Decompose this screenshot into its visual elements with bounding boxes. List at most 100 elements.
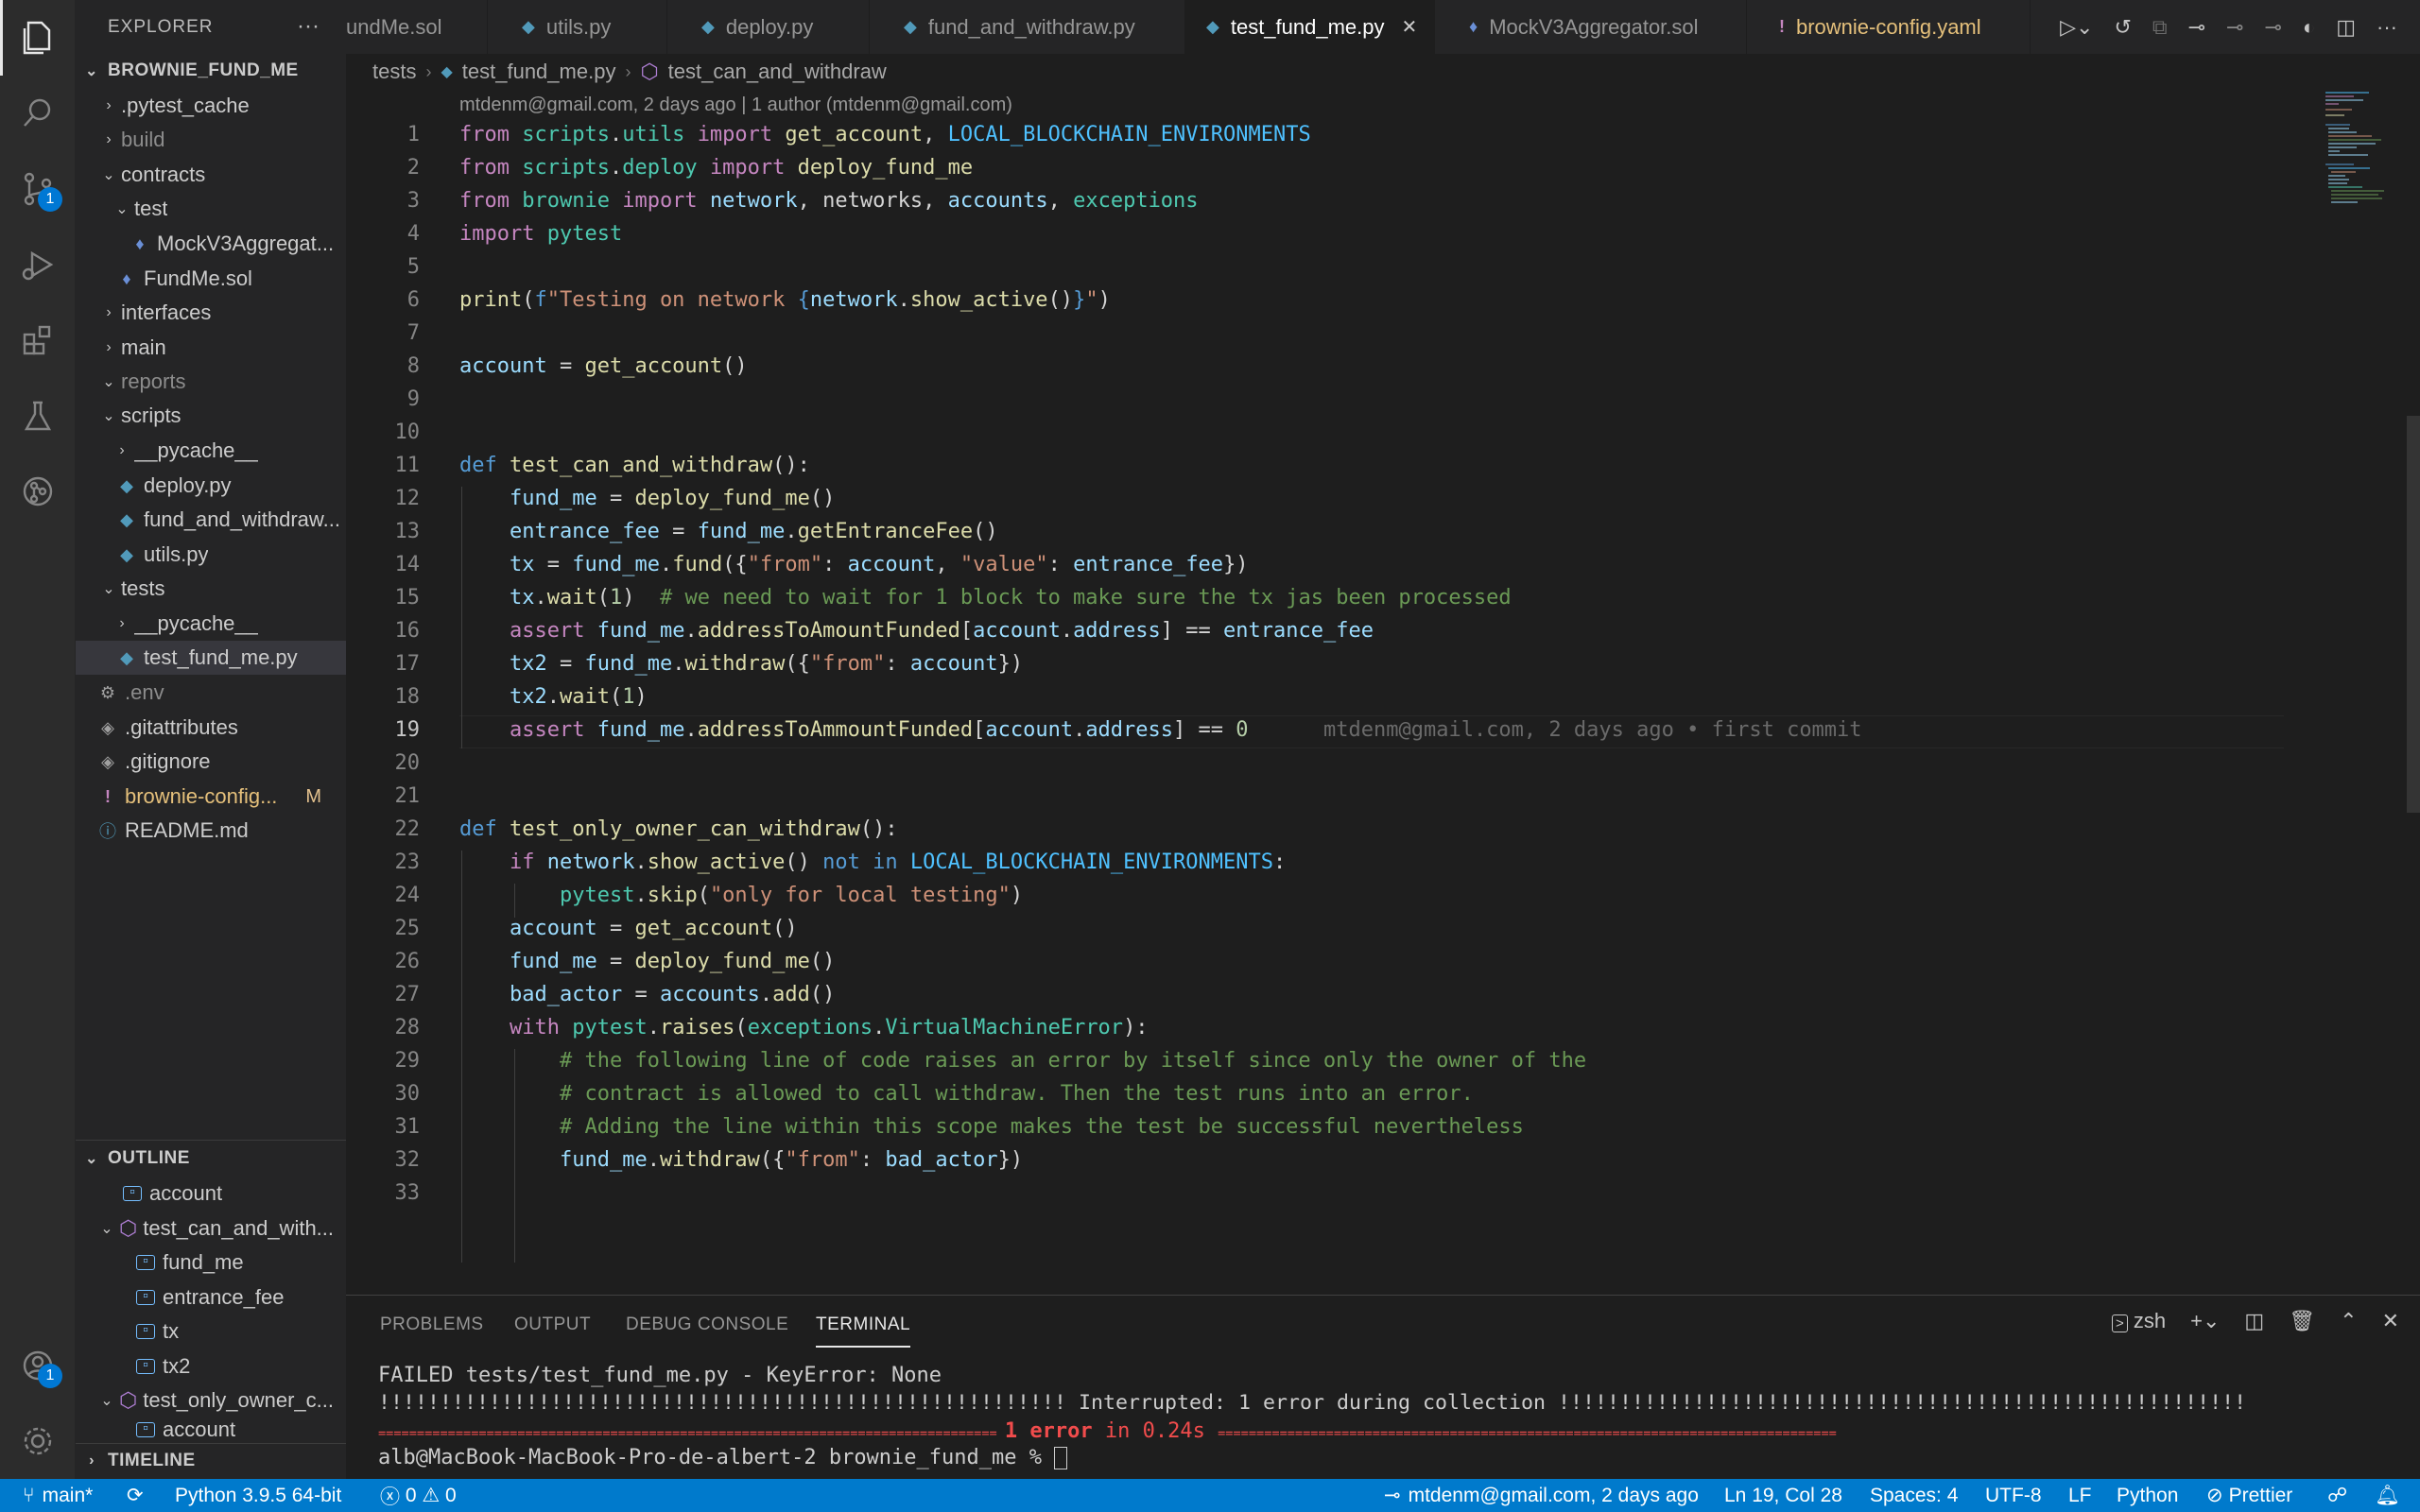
feedback-icon[interactable]: ☍ <box>2327 1479 2347 1512</box>
tab-fund-and-withdraw-py[interactable]: ◆ fund_and_withdraw.py <box>870 0 1185 54</box>
outline-item[interactable]: ▫ tx <box>76 1314 346 1349</box>
tree-folder[interactable]: › interfaces <box>76 296 346 330</box>
next-change-icon[interactable]: ⊸ <box>2264 15 2281 40</box>
more-actions-icon[interactable]: ··· <box>297 13 320 40</box>
tree-file[interactable]: ♦ MockV3Aggregat... <box>76 227 346 261</box>
tree-file[interactable]: ◆ fund_and_withdraw... <box>76 503 346 537</box>
source-control-icon[interactable]: 1 <box>0 151 76 227</box>
git-blame-status[interactable]: ⊸ mtdenm@gmail.com, 2 days ago <box>1384 1479 1699 1512</box>
vertical-scrollbar[interactable] <box>2407 416 2420 813</box>
minimap[interactable] <box>2325 90 2392 213</box>
breadcrumb-file[interactable]: test_fund_me.py <box>462 60 616 84</box>
maximize-panel-icon[interactable]: ⌃ <box>2340 1309 2357 1333</box>
blame-header[interactable]: mtdenm@gmail.com, 2 days ago | 1 author … <box>459 94 1012 116</box>
tab-utils-py[interactable]: ◆ utils.py <box>488 0 667 54</box>
tree-folder[interactable]: › main <box>76 331 346 365</box>
workspace-root[interactable]: ⌄ BROWNIE_FUND_ME <box>76 54 346 88</box>
indentation[interactable]: Spaces: 4 <box>1870 1479 1958 1512</box>
cursor-position[interactable]: Ln 19, Col 28 <box>1724 1479 1842 1512</box>
tab-test-fund-me-py[interactable]: ◆ test_fund_me.py ✕ <box>1185 0 1435 54</box>
terminal-prompt[interactable]: alb@MacBook-MacBook-Pro-de-albert-2 brow… <box>378 1446 1068 1469</box>
outline-item[interactable]: ▫ account <box>76 1418 346 1442</box>
settings-gear-icon[interactable] <box>0 1403 76 1479</box>
inline-blame[interactable]: mtdenm@gmail.com, 2 days ago • first com… <box>1323 718 1862 742</box>
code-line: tx = fund_me.fund({"from": account, "val… <box>509 553 1249 576</box>
history-icon[interactable]: ↺ <box>2114 15 2131 40</box>
python-interpreter[interactable]: Python 3.9.5 64-bit <box>175 1479 341 1512</box>
outline-header[interactable]: ⌄ OUTLINE <box>76 1142 346 1176</box>
outline-item[interactable]: ⌄ ⬡ test_can_and_with... <box>76 1211 346 1246</box>
tree-file[interactable]: ◆ deploy.py <box>76 469 346 503</box>
outline-item[interactable]: ▫ fund_me <box>76 1246 346 1280</box>
problems-indicator[interactable]: ⓧ 0 ⚠ 0 <box>380 1479 457 1512</box>
breadcrumb-folder[interactable]: tests <box>372 60 416 84</box>
tab-debug-console[interactable]: DEBUG CONSOLE <box>626 1314 788 1335</box>
outline-label: fund_me <box>163 1250 244 1274</box>
code-editor[interactable]: mtdenm@gmail.com, 2 days ago | 1 author … <box>346 90 2420 1295</box>
panel-actions: > zsh +⌄ ◫ 🗑 ⌃ ✕ <box>2111 1309 2399 1333</box>
tree-folder[interactable]: › build <box>76 123 346 157</box>
tree-file[interactable]: ◈ .gitattributes <box>76 711 346 745</box>
tab-output[interactable]: OUTPUT <box>514 1314 591 1335</box>
notifications-bell-icon[interactable]: 🔔︎ <box>2375 1479 2400 1512</box>
branch-indicator[interactable]: ⑂ main* <box>23 1479 93 1512</box>
tab-deploy-py[interactable]: ◆ deploy.py <box>667 0 870 54</box>
outline-item[interactable]: ▫ tx2 <box>76 1349 346 1383</box>
breadcrumb-symbol[interactable]: test_can_and_withdraw <box>668 60 887 84</box>
tree-folder[interactable]: ⌄ reports <box>76 365 346 399</box>
prev-change-icon[interactable]: ⊸ <box>2226 15 2243 40</box>
extensions-icon[interactable] <box>0 302 76 378</box>
terminal-shell-select[interactable]: > zsh <box>2111 1309 2166 1333</box>
tab-problems[interactable]: PROBLEMS <box>380 1314 484 1335</box>
more-actions-icon[interactable]: ··· <box>2377 15 2397 40</box>
run-debug-icon[interactable] <box>0 227 76 302</box>
prettier-status[interactable]: ⊘ Prettier <box>2206 1479 2292 1512</box>
run-icon[interactable]: ▷⌄ <box>2060 15 2093 40</box>
line-number: 25 <box>394 917 421 940</box>
tree-folder[interactable]: ⌄ tests <box>76 572 346 606</box>
line-number: 22 <box>394 817 421 841</box>
tree-folder[interactable]: ⌄ test <box>76 192 346 226</box>
tree-file[interactable]: ♦ FundMe.sol <box>76 262 346 296</box>
toggle-blame-icon[interactable]: ◐ <box>2303 15 2315 40</box>
sync-icon[interactable]: ⟳ <box>127 1479 144 1512</box>
testing-icon[interactable] <box>0 378 76 454</box>
commit-icon[interactable]: ⊸ <box>2188 15 2205 40</box>
language-mode[interactable]: Python <box>2117 1479 2178 1512</box>
function-icon: ⬡ <box>640 60 659 83</box>
tree-folder[interactable]: ⌄ contracts <box>76 158 346 192</box>
search-icon[interactable] <box>0 76 76 151</box>
tab-mockv3aggregator-sol[interactable]: ♦ MockV3Aggregator.sol <box>1435 0 1747 54</box>
tree-file[interactable]: ⓘ README.md <box>76 814 346 848</box>
accounts-icon[interactable]: 1 <box>0 1328 76 1403</box>
line-ending[interactable]: LF <box>2068 1479 2092 1512</box>
tab-fundme-sol[interactable]: undMe.sol <box>346 0 488 54</box>
split-editor-icon[interactable]: ◫ <box>2336 15 2356 40</box>
tree-file[interactable]: ! brownie-config... M <box>76 780 346 814</box>
tree-file-selected[interactable]: ◆ test_fund_me.py <box>76 641 346 675</box>
tree-file[interactable]: ⚙ .env <box>76 676 346 710</box>
close-icon[interactable]: ✕ <box>1402 15 1418 39</box>
tab-label: deploy.py <box>725 14 814 39</box>
tab-brownie-config-yaml[interactable]: ! brownie-config.yaml <box>1747 0 2031 54</box>
encoding[interactable]: UTF-8 <box>1985 1479 2042 1512</box>
tree-folder[interactable]: › __pycache__ <box>76 607 346 641</box>
git-graph-icon[interactable] <box>0 454 76 529</box>
explorer-icon[interactable] <box>0 0 76 76</box>
outline-item[interactable]: ▫ entrance_fee <box>76 1280 346 1314</box>
compare-icon[interactable]: ⧉ <box>2152 15 2168 40</box>
split-terminal-icon[interactable]: ◫ <box>2244 1309 2264 1333</box>
tree-folder[interactable]: ⌄ scripts <box>76 399 346 433</box>
tree-file[interactable]: ◈ .gitignore <box>76 745 346 779</box>
timeline-header[interactable]: › TIMELINE <box>76 1443 346 1477</box>
tree-folder[interactable]: › __pycache__ <box>76 434 346 468</box>
close-panel-icon[interactable]: ✕ <box>2382 1309 2399 1333</box>
outline-item[interactable]: ▫ account <box>76 1177 346 1211</box>
tab-terminal[interactable]: TERMINAL <box>816 1314 911 1348</box>
new-terminal-icon[interactable]: +⌄ <box>2190 1309 2220 1333</box>
line-number: 26 <box>394 950 421 973</box>
tree-folder[interactable]: › .pytest_cache <box>76 89 346 123</box>
tree-file[interactable]: ◆ utils.py <box>76 538 346 572</box>
trash-icon[interactable]: 🗑 <box>2289 1309 2315 1333</box>
outline-item[interactable]: ⌄ ⬡ test_only_owner_c... <box>76 1383 346 1418</box>
